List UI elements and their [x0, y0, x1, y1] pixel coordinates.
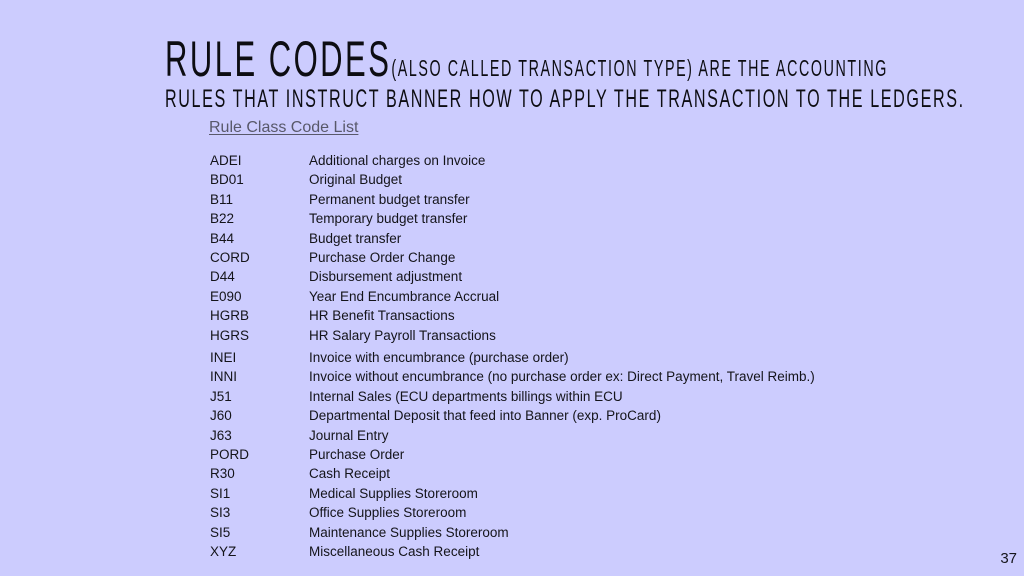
rule-code-description: Additional charges on Invoice — [309, 153, 486, 168]
rule-code-description: Disbursement adjustment — [309, 269, 463, 285]
title-line-2: RULES THAT INSTRUCT BANNER HOW TO APPLY … — [165, 85, 965, 113]
rule-code: J51 — [210, 388, 232, 404]
rule-code: R30 — [210, 466, 235, 482]
rule-code-description: Purchase Order Change — [309, 250, 456, 265]
rule-code: SI5 — [210, 524, 231, 540]
rule-code-description: Purchase Order — [309, 447, 405, 462]
rule-code: INNI — [210, 369, 237, 385]
rule-code-description: Invoice with encumbrance (purchase order… — [309, 350, 569, 365]
rule-code-description: HR Salary Payroll Transactions — [309, 327, 496, 343]
rule-code-description: Permanent budget transfer — [309, 191, 470, 207]
rule-code: HGRB — [210, 308, 250, 324]
rule-code-description: Budget transfer — [309, 230, 402, 246]
rule-code: XYZ — [210, 544, 237, 559]
rule-code-description: Office Supplies Storeroom — [309, 505, 467, 521]
rule-code: HGRS — [210, 327, 250, 343]
rule-code: PORD — [210, 447, 250, 462]
rule-code-description: Miscellaneous Cash Receipt — [309, 544, 480, 559]
rule-code-description: Journal Entry — [309, 427, 389, 443]
rule-code-description: Maintenance Supplies Storeroom — [309, 524, 509, 540]
title-subheading: (ALSO CALLED TRANSACTION TYPE) ARE THE A… — [391, 55, 888, 81]
rule-code: J63 — [210, 427, 232, 443]
rule-code-description: Invoice without encumbrance (no purchase… — [309, 369, 815, 385]
rule-code: SI3 — [210, 505, 231, 521]
rule-code: B11 — [210, 191, 234, 207]
rule-code: B22 — [210, 211, 235, 227]
rule-code: ADEI — [210, 153, 242, 168]
rule-code: SI1 — [210, 485, 231, 501]
rule-code: D44 — [210, 269, 235, 285]
rule-code-description: Cash Receipt — [309, 466, 391, 482]
rule-code: INEI — [210, 350, 237, 365]
rule-code-description: HR Benefit Transactions — [309, 308, 455, 324]
rule-code: B44 — [210, 230, 235, 246]
rule-class-code-list-link[interactable]: Rule Class Code List — [209, 119, 358, 137]
rule-code: E090 — [210, 288, 242, 304]
rule-code-description: Year End Encumbrance Accrual — [309, 288, 500, 304]
rule-code-description: Temporary budget transfer — [309, 211, 468, 227]
rule-code: CORD — [210, 250, 250, 265]
rule-code-description: Original Budget — [309, 172, 403, 188]
page-number: 37 — [1000, 550, 1017, 567]
rule-code: BD01 — [210, 172, 244, 188]
rule-code-description: Internal Sales (ECU departments billings… — [309, 388, 623, 404]
rule-code-description: Medical Supplies Storeroom — [309, 485, 478, 501]
rule-code: J60 — [210, 408, 232, 424]
slide: RULE CODES(ALSO CALLED TRANSACTION TYPE)… — [0, 0, 1024, 576]
rule-code-description: Departmental Deposit that feed into Bann… — [309, 408, 661, 424]
title-heading: RULE CODES — [165, 31, 392, 87]
